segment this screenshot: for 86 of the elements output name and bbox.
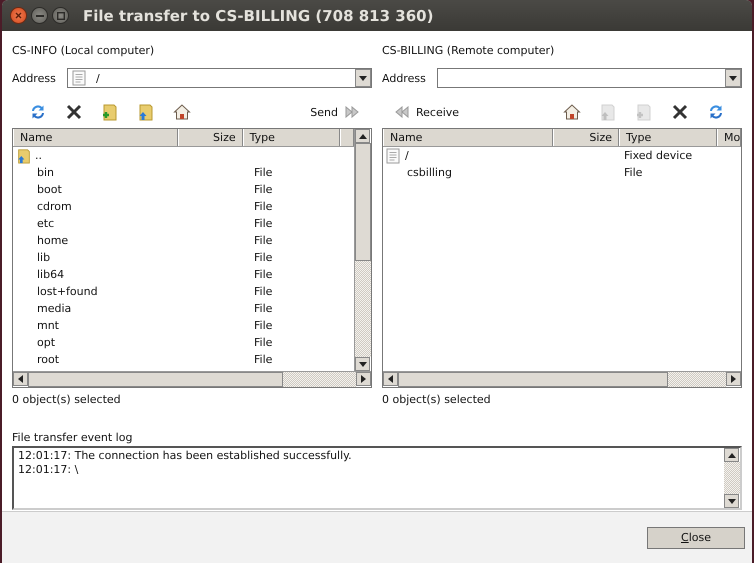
scroll-up-button[interactable] xyxy=(355,129,370,143)
file-name[interactable]: media xyxy=(37,302,72,315)
file-name[interactable]: .. xyxy=(35,149,42,162)
scroll-right-button[interactable] xyxy=(356,372,371,386)
document-icon xyxy=(72,70,86,86)
file-name[interactable]: home xyxy=(37,234,68,247)
receive-button[interactable]: Receive xyxy=(390,105,464,119)
selection-status: 0 object(s) selected xyxy=(382,392,492,408)
window-title: File transfer to CS-BILLING (708 813 360) xyxy=(83,6,434,24)
file-name[interactable]: etc xyxy=(37,217,54,230)
column-header[interactable]: Type xyxy=(242,129,340,146)
address-label: Address xyxy=(12,72,57,84)
file-type: File xyxy=(254,319,272,332)
new-folder-icon[interactable] xyxy=(101,103,119,121)
vertical-scrollbar[interactable] xyxy=(354,129,371,371)
scroll-thumb[interactable] xyxy=(355,143,371,261)
file-type: File xyxy=(254,251,272,264)
scroll-thumb[interactable] xyxy=(28,372,283,387)
delete-icon[interactable] xyxy=(671,103,689,121)
refresh-icon[interactable] xyxy=(707,103,725,121)
file-name[interactable]: / xyxy=(405,149,409,162)
column-header[interactable]: Type xyxy=(619,129,717,146)
up-folder-icon xyxy=(16,148,32,164)
file-name[interactable]: opt xyxy=(37,336,56,349)
up-folder-icon[interactable] xyxy=(137,103,155,121)
minimize-icon xyxy=(36,14,44,16)
scroll-down-button[interactable] xyxy=(355,357,370,371)
close-window-button[interactable] xyxy=(10,7,27,24)
maximize-icon xyxy=(56,12,64,20)
address-label: Address xyxy=(382,72,427,84)
log-label: File transfer event log xyxy=(12,430,134,446)
scroll-up-button[interactable] xyxy=(724,448,739,462)
file-type: File xyxy=(254,217,272,230)
scroll-down-button[interactable] xyxy=(724,494,739,508)
file-name[interactable]: mnt xyxy=(37,319,59,332)
horizontal-scrollbar[interactable] xyxy=(13,371,371,387)
file-type: File xyxy=(254,353,272,366)
file-name[interactable]: cdrom xyxy=(37,200,72,213)
file-type: File xyxy=(254,268,272,281)
home-icon[interactable] xyxy=(563,103,581,121)
log-line: 12:01:17: \ xyxy=(18,463,80,477)
delete-icon[interactable] xyxy=(65,103,83,121)
home-icon[interactable] xyxy=(173,103,191,121)
file-type: File xyxy=(254,336,272,349)
close-button[interactable]: Close xyxy=(647,526,745,548)
file-type: Fixed device xyxy=(624,149,692,162)
file-name[interactable]: csbilling xyxy=(407,166,452,179)
column-header[interactable]: Size xyxy=(553,129,619,146)
file-name[interactable]: bin xyxy=(37,166,54,179)
file-type: File xyxy=(254,200,272,213)
send-button[interactable]: Send xyxy=(306,105,364,119)
close-icon xyxy=(15,12,22,19)
file-type: File xyxy=(254,302,272,315)
maximize-button[interactable] xyxy=(52,7,69,24)
column-header[interactable]: Name xyxy=(383,129,553,146)
vertical-scrollbar[interactable] xyxy=(724,448,740,508)
column-header[interactable]: Name xyxy=(13,129,178,146)
log-line: 12:01:17: The connection has been established successfully. xyxy=(18,449,353,463)
file-type: File xyxy=(254,234,272,247)
selection-status: 0 object(s) selected xyxy=(12,392,122,408)
address-field[interactable]: / xyxy=(67,68,372,88)
refresh-icon[interactable] xyxy=(29,103,47,121)
file-name[interactable]: lib xyxy=(37,251,50,264)
double-arrow-left-icon xyxy=(394,105,410,119)
column-header[interactable]: Mo xyxy=(717,129,741,146)
scroll-left-button[interactable] xyxy=(383,372,398,386)
panel-heading: CS-INFO (Local computer) xyxy=(12,43,156,59)
column-header[interactable]: Size xyxy=(178,129,243,146)
horizontal-scrollbar[interactable] xyxy=(383,371,741,387)
file-type: File xyxy=(254,166,272,179)
file-type: File xyxy=(254,183,272,196)
scroll-thumb[interactable] xyxy=(398,372,668,387)
file-name[interactable]: lib64 xyxy=(37,268,64,281)
double-arrow-right-icon xyxy=(344,105,360,119)
file-type: File xyxy=(624,166,642,179)
file-type: File xyxy=(254,285,272,298)
scroll-right-button[interactable] xyxy=(726,372,741,386)
file-name[interactable]: lost+found xyxy=(37,285,98,298)
dropdown-button[interactable] xyxy=(725,69,741,87)
file-name[interactable]: root xyxy=(37,353,60,366)
panel-heading: CS-BILLING (Remote computer) xyxy=(382,43,556,59)
file-name[interactable]: boot xyxy=(37,183,62,196)
address-field[interactable] xyxy=(437,68,742,88)
minimize-button[interactable] xyxy=(31,7,48,24)
dropdown-button[interactable] xyxy=(355,69,371,87)
scroll-left-button[interactable] xyxy=(13,372,28,386)
